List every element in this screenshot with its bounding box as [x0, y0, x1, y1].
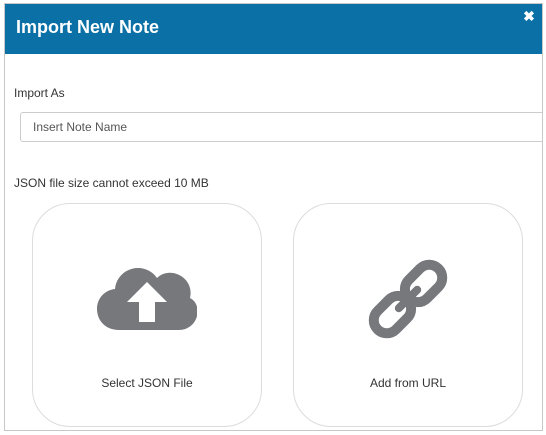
import-note-dialog: Import New Note ✖ Import As JSON file si… — [4, 3, 543, 431]
dialog-header: Import New Note ✖ — [5, 4, 542, 54]
file-size-note: JSON file size cannot exceed 10 MB — [14, 176, 209, 190]
add-from-url-button[interactable]: Add from URL — [293, 203, 523, 427]
cloud-upload-icon — [97, 268, 197, 330]
select-json-file-button[interactable]: Select JSON File — [32, 203, 262, 427]
close-icon[interactable]: ✖ — [523, 9, 535, 23]
import-as-label: Import As — [14, 86, 65, 100]
link-icon — [368, 259, 448, 339]
select-json-file-label: Select JSON File — [101, 376, 193, 390]
note-name-input[interactable] — [20, 112, 542, 142]
add-from-url-label: Add from URL — [369, 376, 447, 390]
dialog-title: Import New Note — [16, 17, 160, 37]
